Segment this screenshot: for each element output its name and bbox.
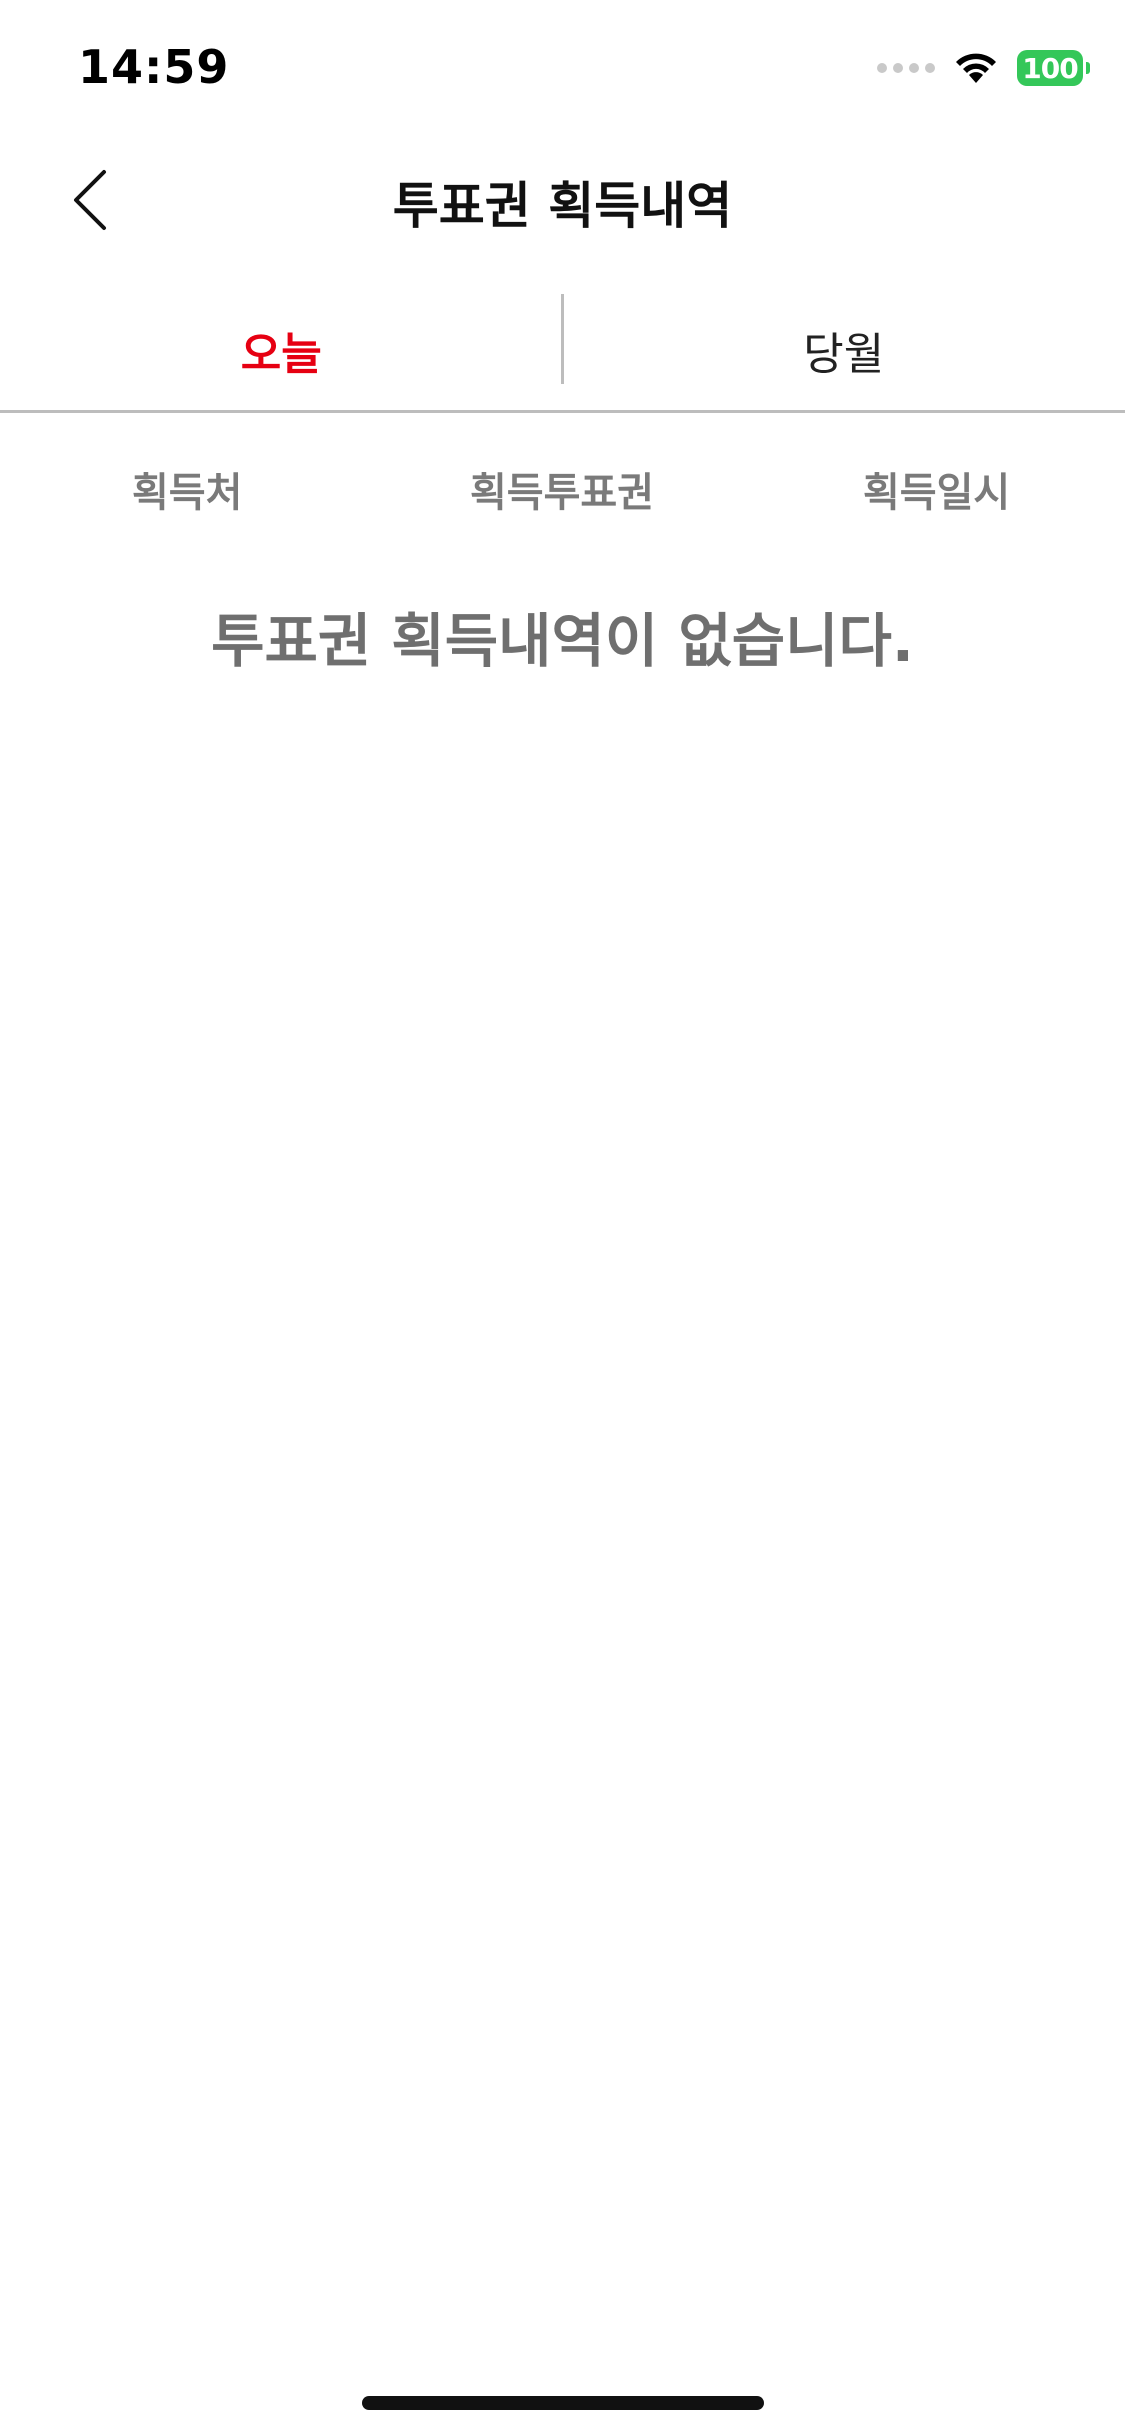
status-bar: 14:59 100 [0,0,1125,140]
wifi-icon [956,53,996,83]
column-header-date: 획득일시 [863,470,1011,516]
home-indicator[interactable] [362,2396,764,2410]
tab-this-month[interactable]: 당월 [563,290,1125,410]
table-header: 획득처 획득투표권 획득일시 [0,460,1125,530]
tab-today[interactable]: 오늘 [0,290,563,410]
empty-state-message: 투표권 획득내역이 없습니다. [211,607,914,675]
battery-level: 100 [1022,51,1078,85]
navigation-header: 투표권 획득내역 [0,140,1125,260]
column-header-source: 획득처 [132,470,243,516]
battery-icon: 100 [1017,50,1090,86]
status-time: 14:59 [78,40,230,94]
cellular-dots-icon [877,63,935,73]
tab-divider [561,294,564,384]
status-icons: 100 [877,46,1090,90]
tabs-underline [0,410,1125,413]
column-header-tickets: 획득투표권 [470,470,654,516]
page-title: 투표권 획득내역 [392,177,733,235]
period-tabs: 오늘 당월 [0,290,1125,410]
